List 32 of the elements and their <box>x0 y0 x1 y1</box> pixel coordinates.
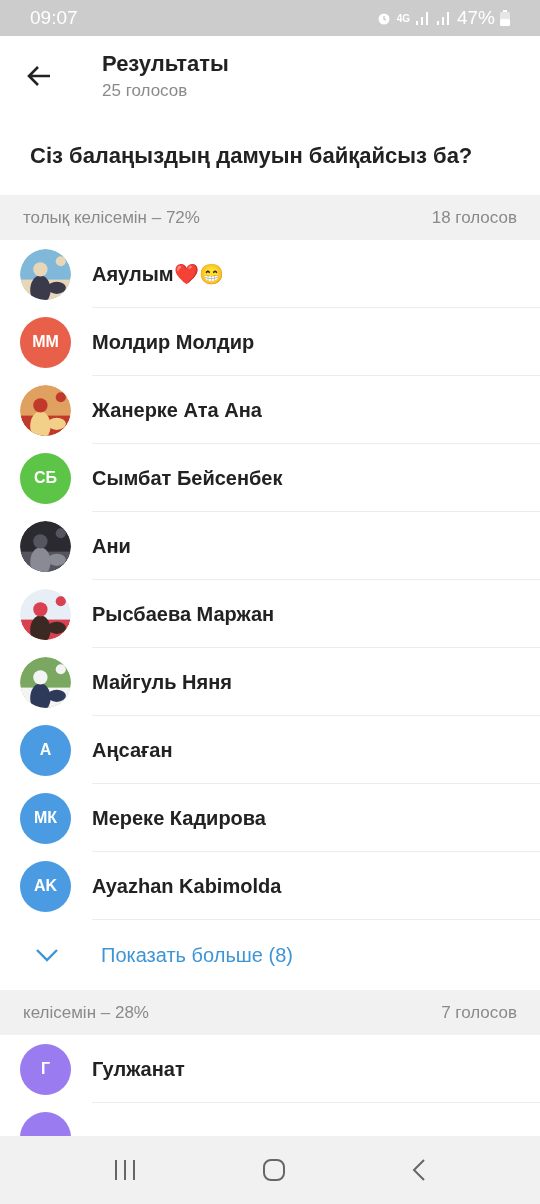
voter-name[interactable]: Аяулым❤😁 <box>92 262 224 286</box>
option-vote-count: 7 голосов <box>441 1002 517 1023</box>
voter-name[interactable]: Рысбаева Маржан <box>92 602 275 626</box>
voter-name[interactable]: Жанерке Ата Ана <box>92 398 262 422</box>
avatar-initials: СБ <box>20 452 71 504</box>
option-vote-count: 18 голосов <box>431 207 517 228</box>
vote-count: 25 голосов <box>102 81 189 101</box>
avatar-initials: А <box>20 724 71 776</box>
avatar-initials: AK <box>20 860 71 912</box>
recent-apps-icon[interactable] <box>112 1159 137 1181</box>
voter-name[interactable]: Мереке Кадирова <box>92 806 266 830</box>
voter-name[interactable]: Аңсаған <box>92 738 173 762</box>
voter-name[interactable]: Молдир Молдир <box>92 330 255 354</box>
back-arrow-icon[interactable] <box>26 65 52 87</box>
avatar-initials: Г <box>20 1043 71 1095</box>
option-label: толық келісемін – 72% <box>23 207 200 228</box>
voter-name[interactable]: Ани <box>92 534 131 558</box>
voter-name[interactable]: Майгуль Няня <box>92 670 232 694</box>
voter-name[interactable]: Сымбат Бейсенбек <box>92 466 283 490</box>
voter-name[interactable]: Гулжанат <box>92 1057 185 1081</box>
signal-icon <box>414 11 431 25</box>
back-icon[interactable] <box>411 1158 428 1182</box>
battery-icon <box>500 10 510 26</box>
avatar-initials: МК <box>20 792 71 844</box>
poll-question: Сіз балаңыздың дамуын байқайсыз ба? <box>29 141 474 170</box>
chevron-down-icon[interactable] <box>35 948 59 962</box>
option-label: келісемін – 28% <box>23 1002 149 1023</box>
screen-title: Результаты <box>102 51 229 77</box>
home-icon[interactable] <box>262 1158 286 1182</box>
signal-icon <box>435 11 452 25</box>
voter-name[interactable]: Ayazhan Kabimolda <box>92 874 282 898</box>
avatar-initials: ММ <box>20 316 71 368</box>
